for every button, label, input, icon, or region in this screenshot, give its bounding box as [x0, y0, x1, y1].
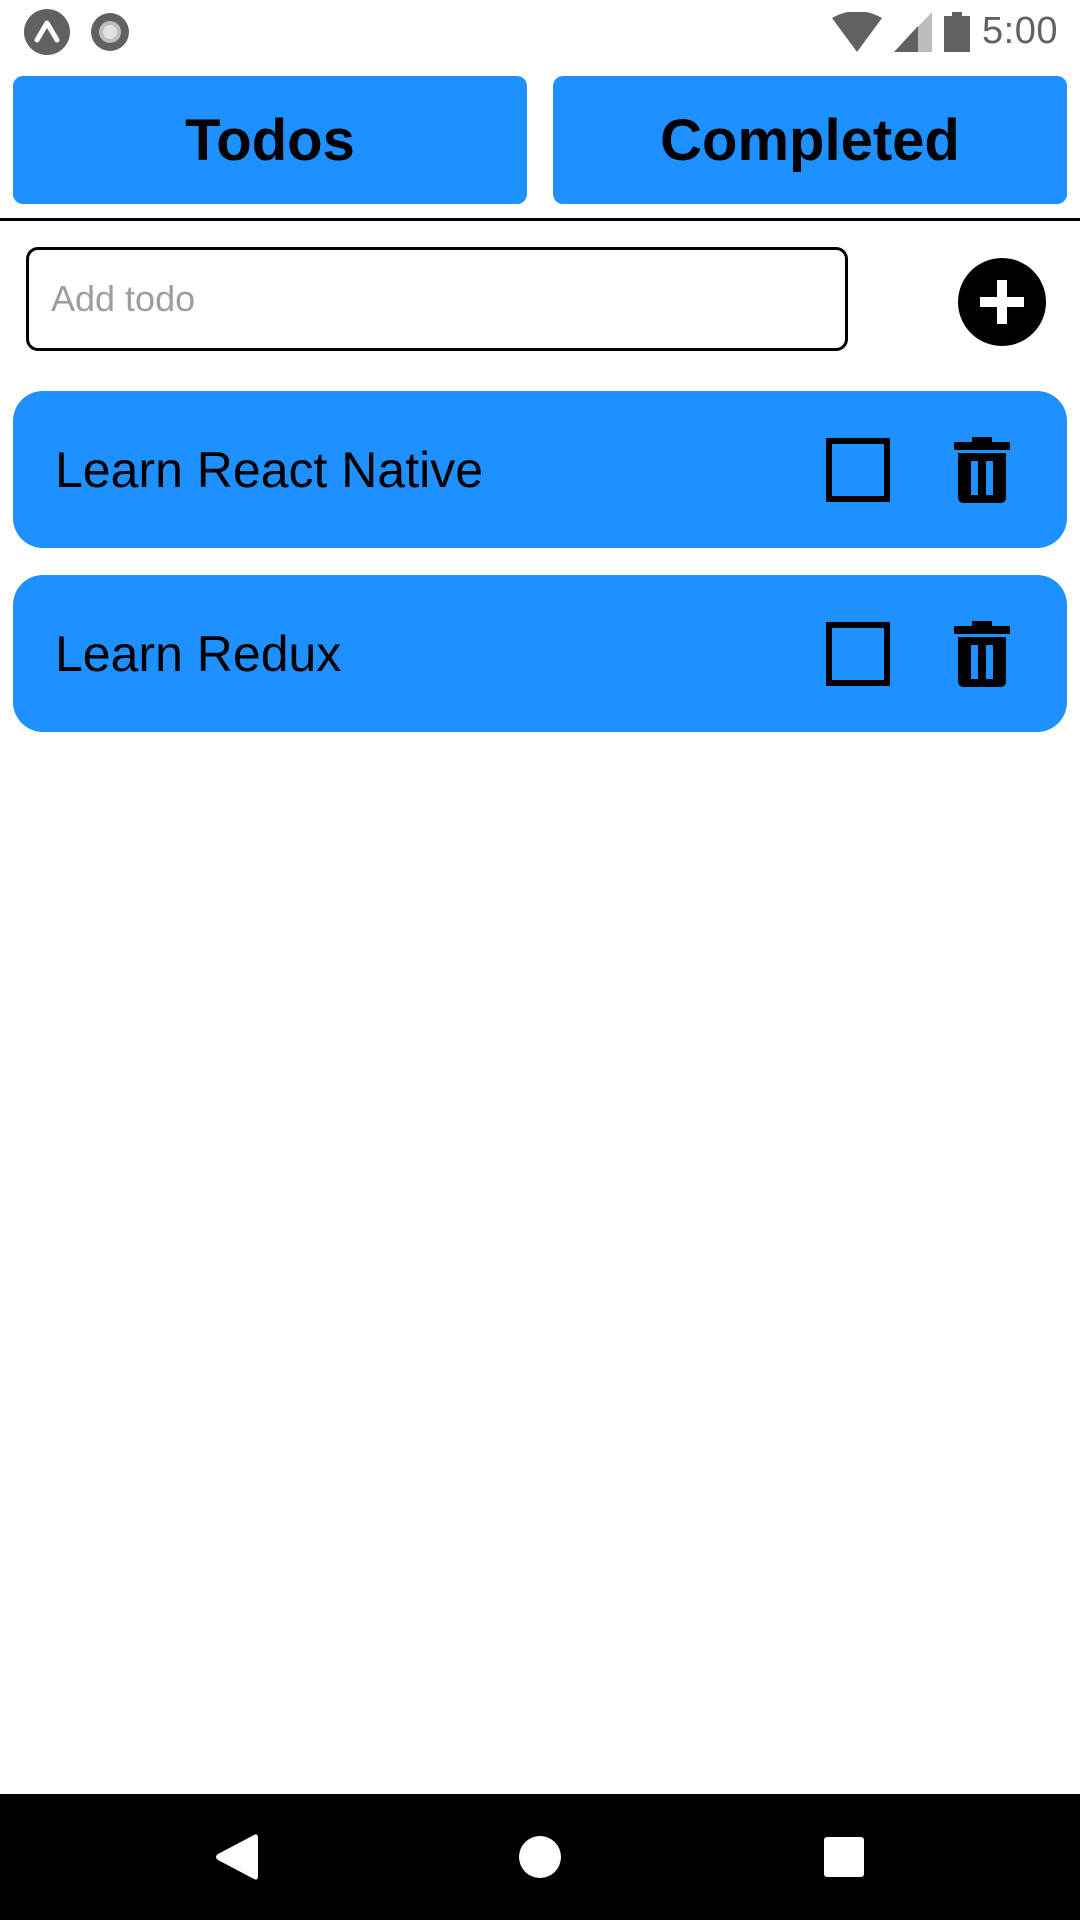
add-todo-row: [26, 247, 1046, 351]
todo-item: Learn React Native: [13, 391, 1067, 548]
tab-bar: Todos Completed: [13, 76, 1067, 204]
trash-icon[interactable]: [954, 620, 1010, 687]
battery-icon: [944, 11, 971, 52]
todo-list: Learn React Native Learn Redux: [13, 391, 1067, 759]
status-bar: 5:00: [0, 0, 1080, 63]
back-icon[interactable]: [176, 1794, 296, 1920]
tab-completed[interactable]: Completed: [553, 76, 1067, 204]
signal-icon: [894, 11, 933, 52]
record-icon: [90, 12, 130, 52]
recents-icon[interactable]: [784, 1794, 904, 1920]
todo-item: Learn Redux: [13, 575, 1067, 732]
todo-complete-checkbox[interactable]: [826, 621, 890, 686]
system-nav-bar: [0, 1794, 1080, 1920]
header-divider: [0, 218, 1080, 221]
status-right: 5:00: [832, 10, 1058, 53]
add-todo-button[interactable]: [958, 258, 1046, 346]
app-screen: 5:00 Todos Completed Learn React Native: [0, 0, 1080, 1920]
expo-icon: [24, 8, 70, 55]
status-left: [24, 8, 150, 55]
home-icon[interactable]: [480, 1794, 600, 1920]
todo-item-text: Learn Redux: [55, 625, 342, 682]
wifi-icon: [832, 11, 883, 52]
add-todo-input[interactable]: [26, 247, 848, 351]
plus-icon: [980, 280, 1024, 324]
todo-item-text: Learn React Native: [55, 441, 484, 498]
todo-complete-checkbox[interactable]: [826, 437, 890, 502]
trash-icon[interactable]: [954, 436, 1010, 503]
status-time: 5:00: [982, 10, 1058, 52]
tab-todos[interactable]: Todos: [13, 76, 527, 204]
